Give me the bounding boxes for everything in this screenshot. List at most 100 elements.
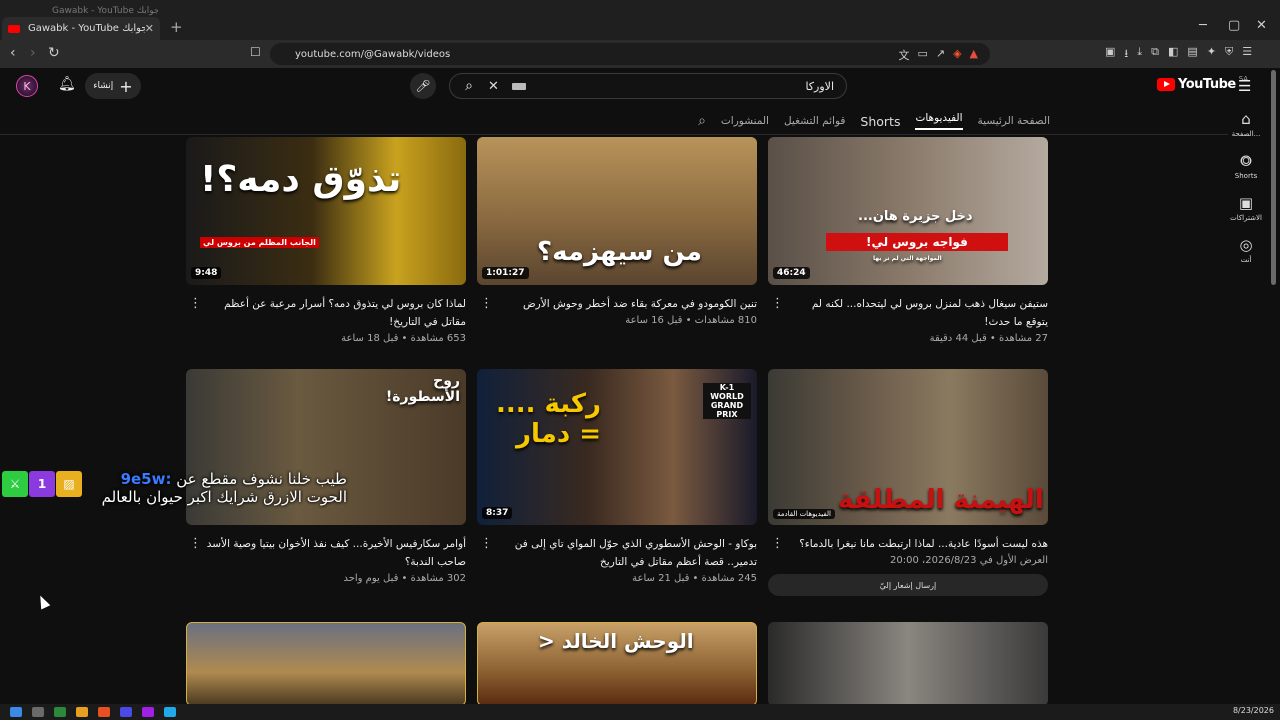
video-thumbnail[interactable]: ركبة .... = دمار K-1 WORLD GRAND PRIX 8:… [477,369,757,525]
download-alt-icon[interactable]: ⤓ [1137,45,1142,64]
obs-taskbar-icon[interactable] [142,707,154,717]
video-card[interactable]: من سيهزمه؟ 1:01:27 تنين الكومودو في معرك… [477,137,757,326]
hamburger-menu-icon[interactable]: ☰ [1238,77,1251,95]
video-title[interactable]: أوامر سكارفيس الأخيرة... كيف نفذ الأخوان… [186,535,466,571]
download-icon[interactable]: ⭳ [1124,45,1128,64]
notifications-bell-icon[interactable]: 🔔︎ [58,76,76,92]
more-actions-icon[interactable]: ⋮ [771,296,784,311]
rail-item-you[interactable]: ◎ أنت [1228,236,1264,264]
video-thumbnail[interactable]: تذوّق دمه؟! الجانب المظلم من بروس لي 9:4… [186,137,466,285]
video-thumbnail[interactable]: الوحش الخالد < [477,622,757,706]
page-scrollbar[interactable] [1271,70,1276,285]
reader-icon[interactable]: ▣ [1105,45,1115,64]
browser-taskbar-icon[interactable] [98,707,110,717]
bookmark-icon[interactable]: ☐ [250,45,261,59]
create-label: إنشاء [93,81,114,91]
more-actions-icon[interactable]: ⋮ [480,296,493,311]
video-title[interactable]: لماذا كان بروس لي يتذوق دمه؟ أسرار مرعبة… [186,295,466,331]
cast-icon[interactable]: ▭ [917,47,927,63]
taskbar-clock: 8/23/2026 [1232,706,1274,715]
brave-rewards-icon[interactable]: ▲ [970,47,978,63]
video-card[interactable] [768,622,1048,706]
explorer-taskbar-icon[interactable] [76,707,88,717]
tab-playlists[interactable]: قوائم التشغيل [784,115,845,127]
notify-me-button[interactable]: إرسال إشعار إليّ [768,574,1048,596]
translate-icon[interactable]: 文 [898,47,909,63]
video-thumbnail[interactable]: دخل جزيرة هان... فواجه بروس لي! المواجهة… [768,137,1048,285]
tab-videos[interactable]: الفيديوهات [915,112,963,130]
plus-icon: + [119,76,133,96]
new-tab-button[interactable]: + [170,18,183,36]
more-actions-icon[interactable]: ⋮ [480,536,493,551]
rail-item-subscriptions[interactable]: ▣ الاشتراكات [1228,194,1264,222]
video-title[interactable]: بوكاو - الوحش الأسطوري الذي حوّل المواي … [477,535,757,571]
address-toolbar: ‹ › ↻ ☐ youtube.com/@Gawabk/videos 文 ▭ ↗… [0,40,1280,68]
video-card[interactable]: تذوّق دمه؟! الجانب المظلم من بروس لي 9:4… [186,137,466,344]
youtube-logo[interactable]: YouTube SA [1157,75,1248,92]
thumbnail-headline: الهيمنة المطلقة [838,485,1044,515]
more-actions-icon[interactable]: ⋮ [189,536,202,551]
close-tab-icon[interactable]: ✕ [145,22,154,35]
tab-shorts[interactable]: Shorts [860,114,900,129]
home-icon: ⌂ [1241,110,1251,128]
brave-shield-icon[interactable]: ◈ [953,47,961,63]
sidebar-icon[interactable]: ◧ [1168,45,1178,64]
reload-icon[interactable]: ↻ [48,45,60,61]
vpn-icon[interactable]: ⛨ [1225,45,1233,64]
maximize-button[interactable]: ▢ [1228,18,1240,33]
shorts-icon: ⭗ [1240,152,1252,170]
video-thumbnail[interactable] [768,622,1048,706]
create-button[interactable]: إنشاء + [85,73,141,99]
thumbnail-subtext: الجانب المظلم من بروس لي [200,237,319,248]
share-icon[interactable]: ↗ [936,47,945,63]
voice-search-button[interactable]: 🎤︎ [410,73,436,99]
search-taskbar-icon[interactable] [32,707,44,717]
background-tab[interactable]: Gawabk - YouTube جوابك [8,6,158,16]
app2-taskbar-icon[interactable] [164,707,176,717]
close-window-button[interactable]: ✕ [1256,18,1267,33]
active-tab[interactable]: Gawabk - YouTube جوابك ✕ [2,17,160,40]
tab-posts[interactable]: المنشورات [721,115,769,127]
search-input[interactable] [526,79,846,93]
url-bar[interactable]: youtube.com/@Gawabk/videos 文 ▭ ↗ ◈ ▲ [270,43,990,65]
rail-label: الصفحة... [1231,130,1261,138]
video-stats: العرض الأول في 2026/8/23، 20:00 [890,555,1048,566]
video-card[interactable]: دخل جزيرة هان... فواجه بروس لي! المواجهة… [768,137,1048,344]
search-icon[interactable]: ⌕ [450,78,488,94]
discord-taskbar-icon[interactable] [120,707,132,717]
more-actions-icon[interactable]: ⋮ [771,536,784,551]
clear-search-icon[interactable]: ✕ [488,79,508,94]
video-thumbnail[interactable] [186,622,466,706]
wallet-icon[interactable]: ▤ [1187,45,1197,64]
minimize-button[interactable]: ─ [1199,18,1207,33]
video-card[interactable]: الوحش الخالد < [477,622,757,706]
rail-item-shorts[interactable]: ⭗ Shorts [1228,152,1264,180]
video-card[interactable] [186,622,466,706]
video-thumbnail[interactable]: الهيمنة المطلقة الفيديوهات القادمة [768,369,1048,525]
extensions-icon[interactable]: ✦ [1207,45,1216,64]
forward-icon[interactable]: › [30,45,36,61]
video-title[interactable]: ستيفن سيغال ذهب لمنزل بروس لي ليتحداه...… [768,295,1048,331]
duration-badge: 46:24 [773,267,810,279]
search-box[interactable]: ⌕ ✕ [449,73,847,99]
mouse-cursor-icon [35,593,51,610]
channel-search-icon[interactable]: ⌕ [698,113,706,129]
keyboard-icon[interactable] [512,82,526,90]
more-actions-icon[interactable]: ⋮ [189,296,202,311]
back-icon[interactable]: ‹ [10,45,16,61]
start-icon[interactable] [10,707,22,717]
app-taskbar-icon[interactable] [54,707,66,717]
video-title[interactable]: هذه ليست أسودًا عادية... لماذا ارتبطت ما… [768,535,1048,553]
video-thumbnail[interactable]: من سيهزمه؟ 1:01:27 [477,137,757,285]
screenshot-icon[interactable]: ⧉ [1151,45,1159,64]
chat-username: 9e5w: [120,470,172,488]
menu-icon[interactable]: ☰ [1242,45,1252,64]
video-card[interactable]: ركبة .... = دمار K-1 WORLD GRAND PRIX 8:… [477,369,757,584]
video-stats: 302 مشاهدة • قبل يوم واحد [343,573,466,584]
video-title[interactable]: تنين الكومودو في معركة بقاء ضد أخطر وحوش… [477,295,757,313]
avatar[interactable]: K [16,75,38,97]
rail-item-home[interactable]: ⌂ الصفحة... [1228,110,1264,138]
video-stats: 810 مشاهدات • قبل 16 ساعة [625,315,757,326]
video-card[interactable]: الهيمنة المطلقة الفيديوهات القادمة هذه ل… [768,369,1048,596]
tab-home[interactable]: الصفحة الرئيسية [978,115,1050,127]
